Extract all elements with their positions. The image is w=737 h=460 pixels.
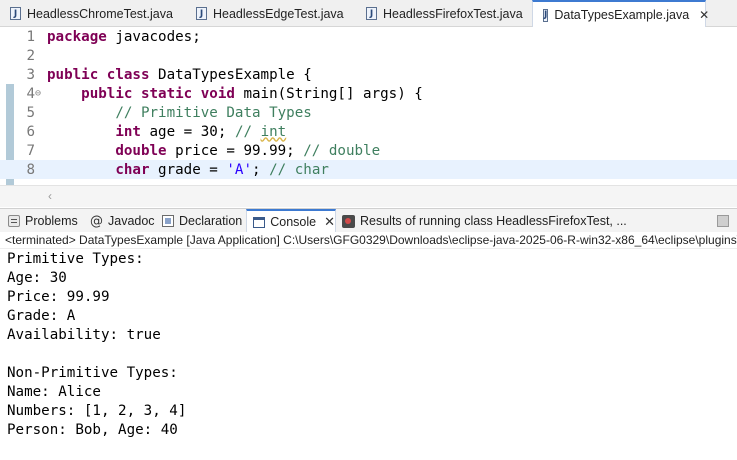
tab-headless-firefox-test[interactable]: J HeadlessFirefoxTest.java [356, 0, 532, 27]
console-output[interactable]: Primitive Types: Age: 30 Price: 99.99 Gr… [0, 250, 737, 460]
tab-label: Javadoc [108, 214, 155, 228]
editor-horizontal-scrollbar[interactable]: ‹ [0, 185, 737, 207]
code-text: char grade = 'A'; // char [115, 161, 329, 178]
console-line: Person: Bob, Age: 40 [7, 422, 178, 438]
tab-label: DataTypesExample.java [554, 8, 690, 22]
tab-label: HeadlessChromeTest.java [27, 6, 173, 21]
close-icon[interactable]: ✕ [324, 214, 335, 230]
code-text: public static void main(String[] args) { [81, 85, 423, 102]
tab-javadoc[interactable]: @ Javadoc [90, 209, 155, 233]
tab-label: HeadlessEdgeTest.java [213, 6, 344, 21]
tab-label: Results of running class HeadlessFirefox… [360, 214, 627, 228]
console-line: Primitive Types: [7, 251, 144, 267]
java-file-icon: J [10, 7, 21, 20]
console-line: Grade: A [7, 308, 76, 324]
panel-tab-bar: Problems @ Javadoc Declaration Console ✕… [0, 208, 737, 233]
editor-tab-bar: J HeadlessChromeTest.java J HeadlessEdge… [0, 0, 737, 28]
line-number: 3 [26, 66, 35, 83]
code-line-1: 1 package javacodes; [0, 27, 737, 46]
test-results-icon [342, 214, 355, 228]
minimize-icon[interactable] [717, 215, 729, 227]
code-text: // Primitive Data Types [115, 104, 312, 121]
console-icon [253, 216, 266, 228]
code-line-4: 4 ⊖ public static void main(String[] arg… [0, 84, 737, 103]
line-number: 1 [26, 28, 35, 45]
code-line-2: 2 [0, 46, 737, 65]
line-number: 7 [26, 142, 35, 159]
tab-problems[interactable]: Problems [8, 209, 78, 233]
line-number: 2 [26, 47, 35, 64]
java-file-icon: J [196, 7, 207, 20]
console-line: Name: Alice [7, 384, 101, 400]
java-file-icon: J [543, 8, 549, 22]
problems-icon [8, 215, 20, 227]
console-line: Availability: true [7, 327, 161, 343]
fold-toggle-icon[interactable]: ⊖ [35, 88, 41, 99]
line-number: 8 [26, 161, 35, 178]
tab-label: Declaration [179, 214, 243, 228]
scroll-left-icon[interactable]: ‹ [48, 189, 52, 203]
code-text: package javacodes; [47, 28, 201, 45]
line-number: 5 [26, 104, 35, 121]
java-file-icon: J [366, 7, 377, 20]
tab-label: Problems [25, 214, 78, 228]
line-number: 4 [26, 85, 35, 102]
tab-headless-chrome-test[interactable]: J HeadlessChromeTest.java [0, 0, 186, 27]
tab-test-results[interactable]: Results of running class HeadlessFirefox… [342, 209, 627, 233]
code-text: double price = 99.99; // double [115, 142, 381, 159]
declaration-icon [162, 215, 174, 227]
code-line-8: 8 char grade = 'A'; // char [0, 160, 737, 179]
line-number: 6 [26, 123, 35, 140]
code-editor[interactable]: 1 package javacodes; 2 3 public class Da… [0, 27, 737, 185]
code-line-6: 6 int age = 30; // int [0, 122, 737, 141]
code-line-5: 5 // Primitive Data Types [0, 103, 737, 122]
javadoc-icon: @ [90, 213, 103, 229]
tab-data-types-example[interactable]: J DataTypesExample.java ✕ [532, 0, 709, 28]
console-line: Price: 99.99 [7, 289, 110, 305]
tab-console[interactable]: Console ✕ [246, 209, 336, 233]
code-text: public class DataTypesExample { [47, 66, 312, 83]
console-line: Numbers: [1, 2, 3, 4] [7, 403, 187, 419]
console-status: <terminated> DataTypesExample [Java Appl… [0, 232, 737, 249]
tab-label: Console [270, 215, 317, 229]
console-line: Age: 30 [7, 270, 67, 286]
close-icon[interactable]: ✕ [699, 8, 709, 22]
code-line-3: 3 public class DataTypesExample { [0, 65, 737, 84]
tab-label: HeadlessFirefoxTest.java [383, 6, 523, 21]
tab-headless-edge-test[interactable]: J HeadlessEdgeTest.java [186, 0, 356, 27]
console-line: Non-Primitive Types: [7, 365, 178, 381]
code-text: int age = 30; // int [115, 123, 287, 140]
tab-declaration[interactable]: Declaration [162, 209, 242, 233]
code-line-7: 7 double price = 99.99; // double [0, 141, 737, 160]
